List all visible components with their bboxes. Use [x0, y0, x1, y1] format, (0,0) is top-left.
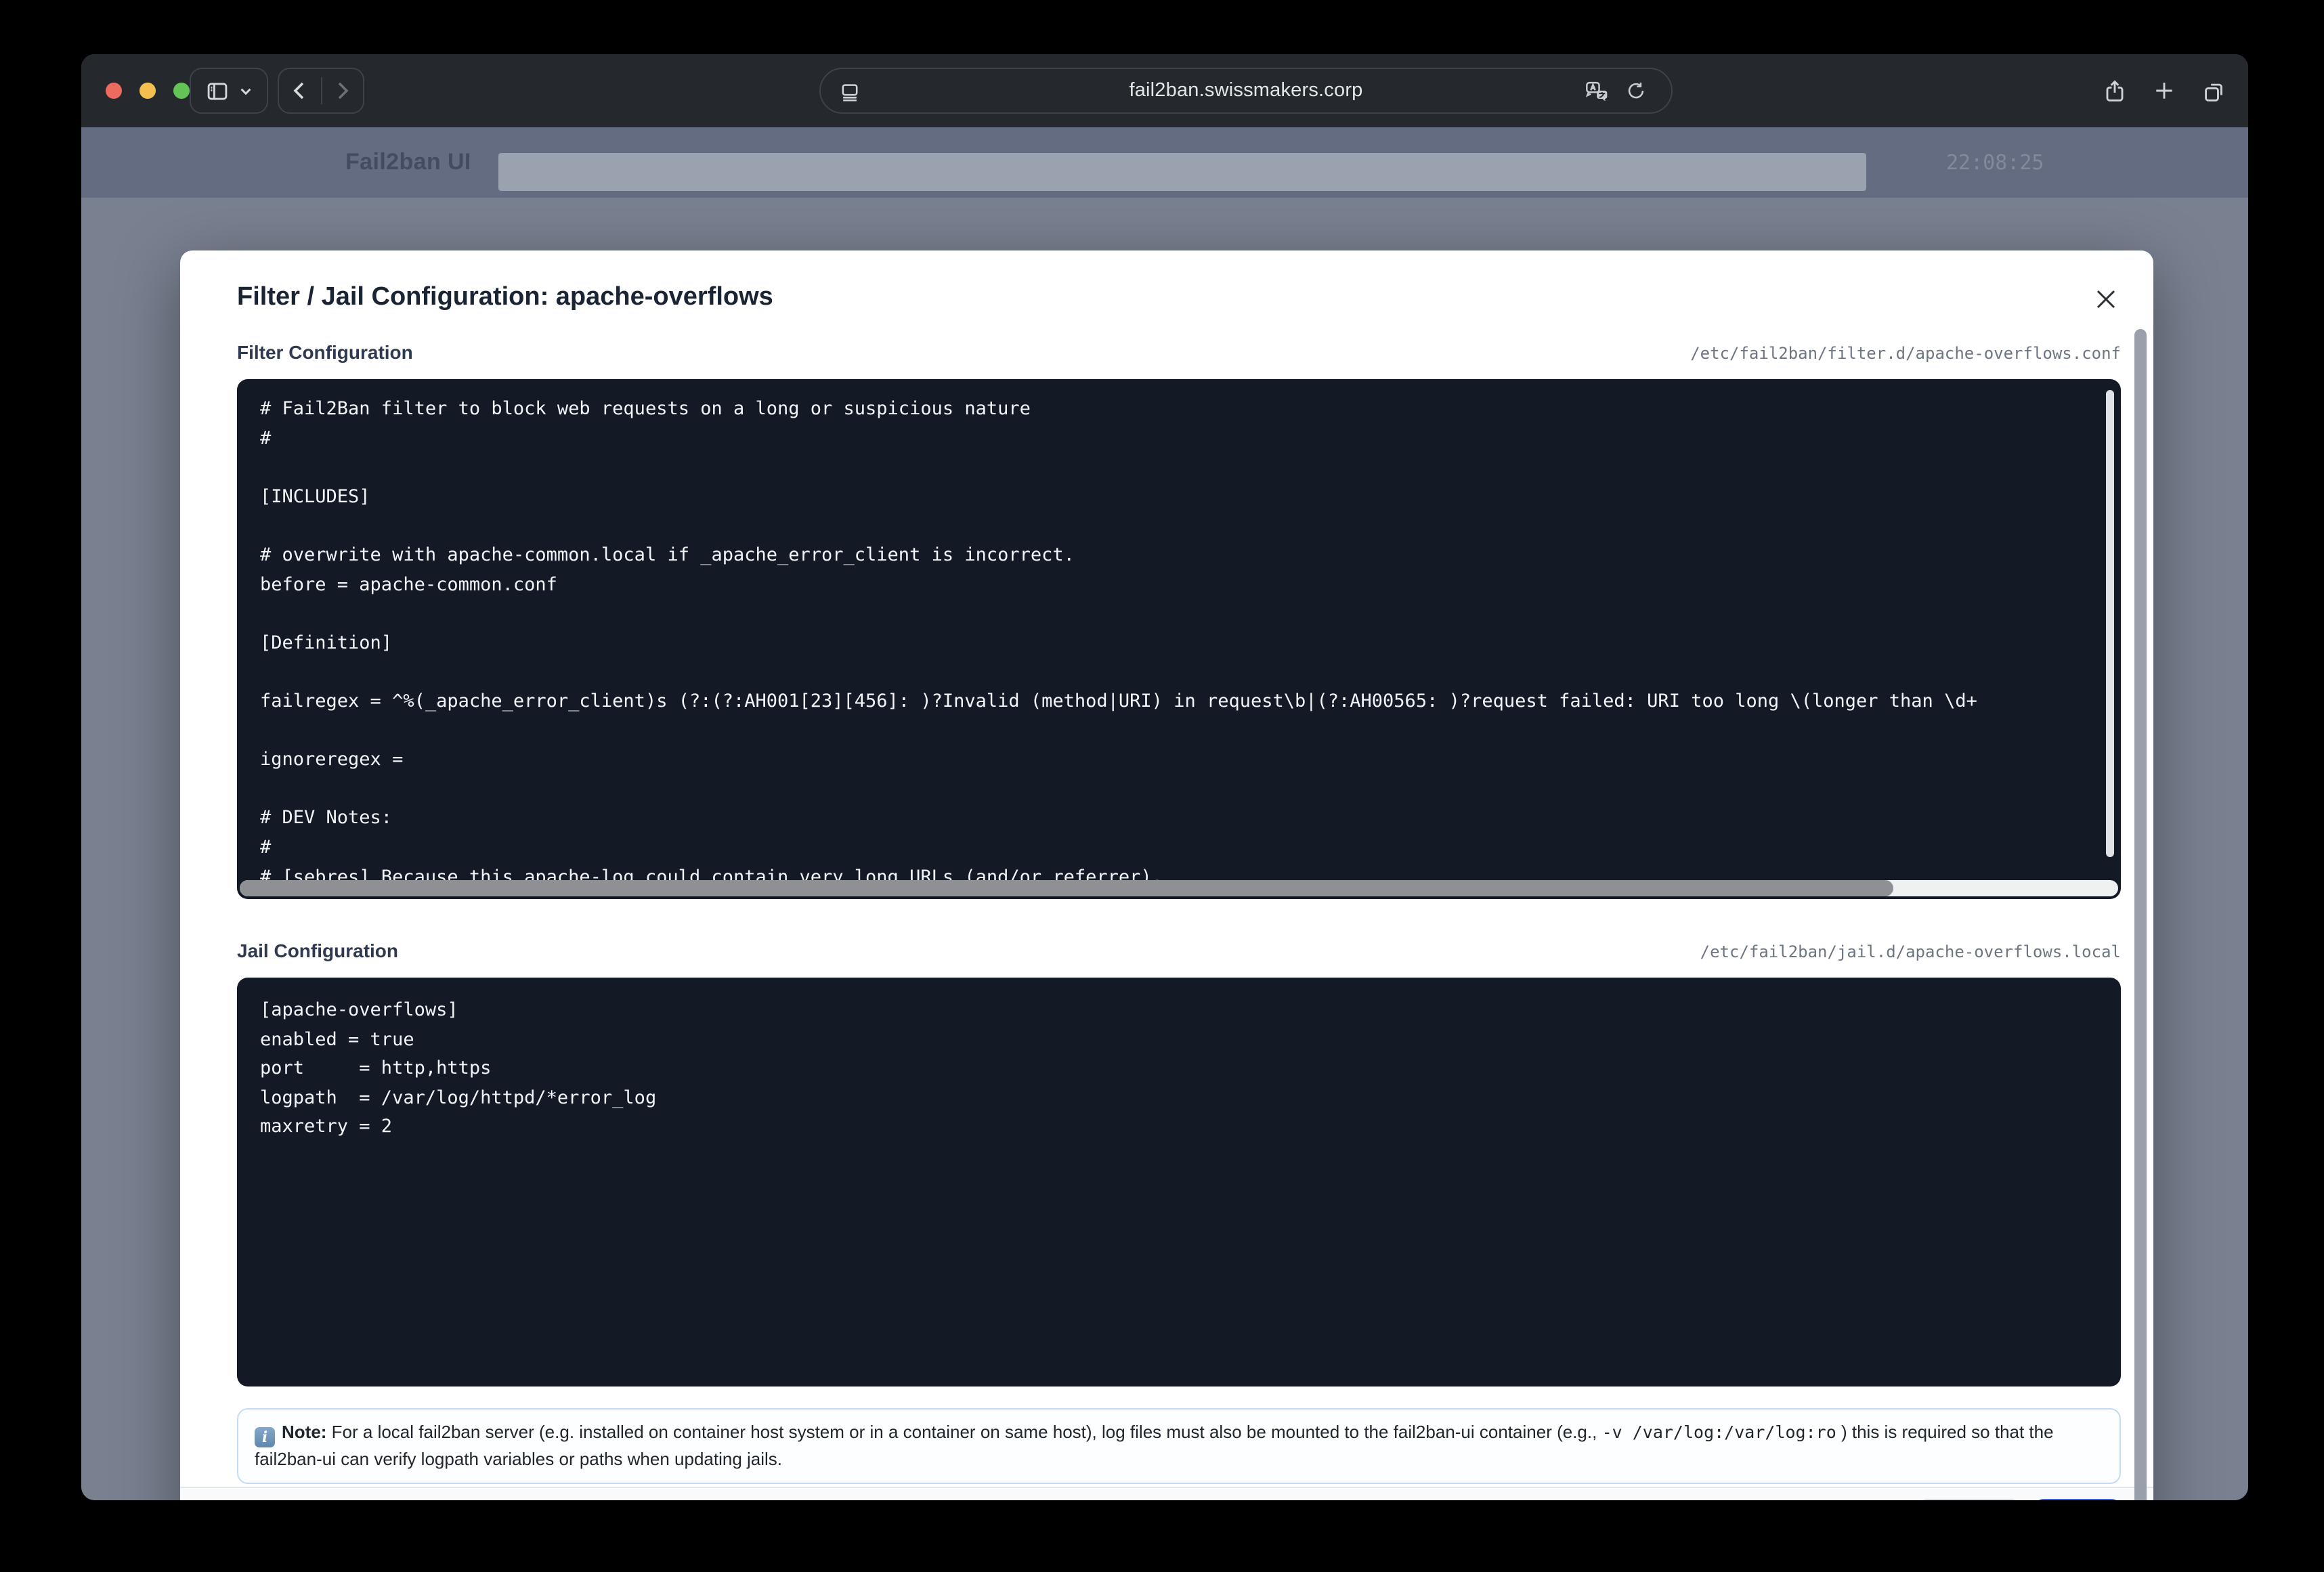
filter-config-path: /etc/fail2ban/filter.d/apache-overflows.… [1690, 344, 2121, 363]
jail-config-label: Jail Configuration [237, 940, 398, 961]
browser-toolbar: fail2ban.swissmakers.corp [81, 54, 2248, 127]
filter-editor-vertical-scrollbar[interactable] [2106, 390, 2114, 857]
modal-scrollbar-thumb[interactable] [2134, 329, 2147, 1500]
filter-editor-horizontal-scrollbar-track[interactable] [240, 880, 2118, 896]
share-icon[interactable] [2102, 78, 2128, 104]
filter-config-code[interactable]: # Fail2Ban filter to block web requests … [237, 379, 2121, 892]
nav-menu-strip [498, 153, 1866, 191]
info-icon: i [255, 1427, 275, 1447]
new-tab-icon[interactable] [2152, 79, 2176, 103]
filter-config-label: Filter Configuration [237, 341, 413, 363]
jail-config-editor[interactable]: [apache-overflows] enabled = true port =… [237, 978, 2121, 1387]
modal-title: Filter / Jail Configuration: apache-over… [237, 283, 773, 313]
close-window-button[interactable] [106, 83, 122, 99]
zoom-window-button[interactable] [173, 83, 190, 99]
nav-button-group [278, 68, 364, 114]
note-inline-code: -v /var/log:/var/log:ro [1602, 1422, 1836, 1442]
browser-window: fail2ban.swissmakers.corp [81, 54, 2248, 1500]
filter-jail-config-modal: Filter / Jail Configuration: apache-over… [180, 250, 2153, 1500]
chevron-down-icon[interactable] [238, 83, 253, 98]
forward-icon[interactable] [322, 80, 363, 102]
clock-text: 22:08:25 [1946, 127, 2044, 198]
app-navbar: Fail2ban UI 22:08:25 [81, 127, 2248, 198]
app-title: Fail2ban UI [345, 127, 471, 198]
modal-footer: Cancel Save [180, 1487, 2153, 1500]
tab-overview-icon[interactable] [2201, 78, 2226, 104]
traffic-lights [106, 54, 190, 127]
jail-config-path: /etc/fail2ban/jail.d/apache-overflows.lo… [1700, 942, 2121, 961]
filter-config-editor[interactable]: # Fail2Ban filter to block web requests … [237, 379, 2121, 899]
minimize-window-button[interactable] [139, 83, 156, 99]
note-text-1: For a local fail2ban server (e.g. instal… [326, 1422, 1601, 1442]
page-backdrop: Fail2ban UI 22:08:25 Filter / Jail Confi… [81, 127, 2248, 1500]
screenshot-stage: fail2ban.swissmakers.corp [0, 0, 2324, 1572]
sidebar-icon[interactable] [205, 78, 230, 104]
reload-icon[interactable] [1625, 80, 1647, 102]
save-button[interactable]: Save [2034, 1498, 2121, 1500]
filter-editor-horizontal-scrollbar-thumb[interactable] [240, 880, 1893, 896]
back-icon[interactable] [279, 80, 320, 102]
toolbar-right-buttons [2102, 54, 2226, 127]
note-label: Note: [282, 1422, 326, 1442]
sidebar-button-group[interactable] [190, 68, 268, 114]
url-text[interactable]: fail2ban.swissmakers.corp [821, 80, 1671, 102]
note-box: i Note: For a local fail2ban server (e.g.… [237, 1408, 2121, 1484]
cancel-button[interactable]: Cancel [1918, 1498, 2021, 1500]
translate-icon[interactable] [1583, 78, 1609, 104]
close-icon[interactable] [2091, 284, 2121, 314]
jail-config-code[interactable]: [apache-overflows] enabled = true port =… [237, 978, 2121, 1143]
address-bar[interactable]: fail2ban.swissmakers.corp [819, 68, 1673, 114]
